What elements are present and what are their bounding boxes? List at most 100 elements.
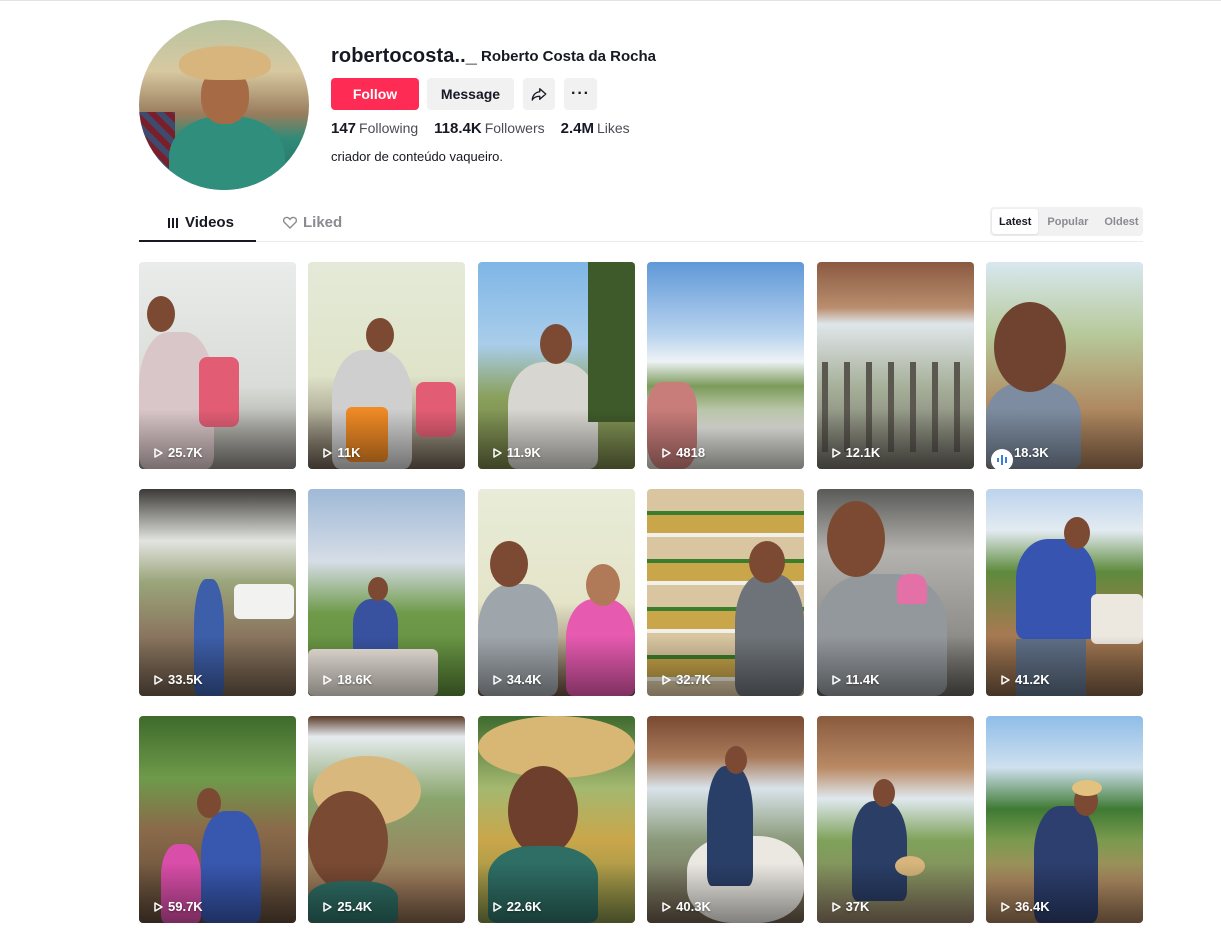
heart-lock-icon [283,216,297,229]
video-figure-head [1063,517,1090,549]
nickname: Roberto Costa da Rocha [481,48,657,65]
video-card[interactable]: 18.6K [308,489,466,696]
view-count: 25.7K [152,445,203,460]
video-shade [139,863,296,923]
view-count: 11.4K [830,672,880,687]
play-icon [831,901,841,912]
video-card[interactable]: 34.4K [477,489,635,696]
sort-oldest[interactable]: Oldest [1097,209,1145,234]
video-girl [896,574,927,604]
view-count: 40.3K [660,899,711,914]
video-shade [647,863,805,923]
video-figure-head [197,788,221,818]
play-icon [493,674,502,685]
play-icon [831,674,841,685]
video-hat [1071,780,1102,796]
view-count: 37K [830,899,869,914]
view-count-label: 36.4K [1014,899,1050,914]
username: robertocosta.._ [331,45,477,67]
video-figure-head [368,577,389,601]
video-card[interactable]: 41.2K [985,489,1143,696]
following-stat[interactable]: 147 Following [331,120,418,137]
tab-liked[interactable]: Liked [283,214,342,231]
video-figure-head [507,766,578,856]
play-icon [154,901,163,912]
video-shade [647,409,805,469]
play-icon [154,447,163,458]
video-figure-head [749,541,786,583]
video-figure-head [826,501,885,577]
video-card[interactable]: 11.4K [816,489,974,696]
sort-latest[interactable]: Latest [992,209,1039,234]
video-card[interactable]: 40.3K [647,716,805,923]
view-count-label: 11.4K [845,672,880,687]
followers-stat[interactable]: 118.4K Followers [434,120,544,137]
audio-wave-icon [990,449,1013,469]
video-figure-head [366,318,395,352]
view-count: 18.3K [1014,445,1049,460]
video-card[interactable]: 12.1K [816,262,974,469]
video-card[interactable]: 59.7K [139,716,296,923]
video-figure-head [539,324,572,364]
likes-stat: 2.4M Likes [561,120,630,137]
tab-videos[interactable]: Videos [167,214,234,231]
follow-button[interactable]: Follow [331,78,419,110]
view-count: 11.9K [491,445,541,460]
video-card[interactable]: 22.6K [477,716,635,923]
following-label: Following [359,120,419,136]
video-card[interactable]: 11K [308,262,466,469]
play-icon [662,674,671,685]
more-options-button[interactable]: ··· [564,78,597,110]
video-card[interactable]: 32.7K [647,489,805,696]
video-grid: 25.7K 11K 11.9K 4818 12.1K 18.3K 33.5K 1… [139,262,1143,923]
share-button[interactable] [523,78,555,110]
sort-popular[interactable]: Popular [1040,209,1095,234]
view-count-label: 18.3K [1013,445,1049,460]
view-count: 36.4K [999,899,1050,914]
view-count-label: 32.7K [676,672,711,687]
play-icon [831,447,841,458]
video-shade [308,863,466,923]
video-card[interactable]: 18.3K [985,262,1143,469]
followers-count: 118.4K [434,120,482,137]
video-shade [308,409,466,469]
play-icon [323,447,333,458]
play-icon [493,447,502,458]
video-shade [816,636,974,696]
play-icon [493,901,502,912]
view-count-label: 4818 [676,445,706,460]
video-figure [1015,539,1096,639]
play-icon [1001,674,1010,685]
video-card[interactable]: 11.9K [477,262,635,469]
video-shade [647,636,805,696]
view-count-label: 59.7K [168,899,203,914]
video-card[interactable]: 25.7K [139,262,296,469]
view-count: 32.7K [660,672,711,687]
video-card[interactable]: 37K [816,716,974,923]
video-sacks [234,584,294,619]
view-count-label: 41.2K [1014,672,1050,687]
video-figure-head [489,541,528,587]
video-figure-head [725,746,748,774]
video-card[interactable]: 33.5K [139,489,296,696]
profile-stats: 147 Following 118.4K Followers 2.4M Likes [331,120,630,137]
avatar-hat [179,46,271,80]
sort-toggle: Latest Popular Oldest [990,207,1143,236]
avatar[interactable] [139,20,309,190]
video-card[interactable]: 4818 [647,262,805,469]
view-count-label: 33.5K [168,672,203,687]
video-card[interactable]: 25.4K [308,716,466,923]
play-icon [1001,901,1010,912]
video-card[interactable]: 36.4K [985,716,1143,923]
play-icon [323,901,333,912]
view-count-label: 11.9K [506,445,541,460]
play-icon [154,674,163,685]
message-button[interactable]: Message [427,78,514,110]
view-count-label: 22.6K [506,899,542,914]
video-shade [477,636,635,696]
likes-count: 2.4M [560,120,594,137]
view-count-label: 40.3K [676,899,711,914]
video-shade [477,409,635,469]
video-tree [587,262,635,422]
view-count: 59.7K [152,899,203,914]
